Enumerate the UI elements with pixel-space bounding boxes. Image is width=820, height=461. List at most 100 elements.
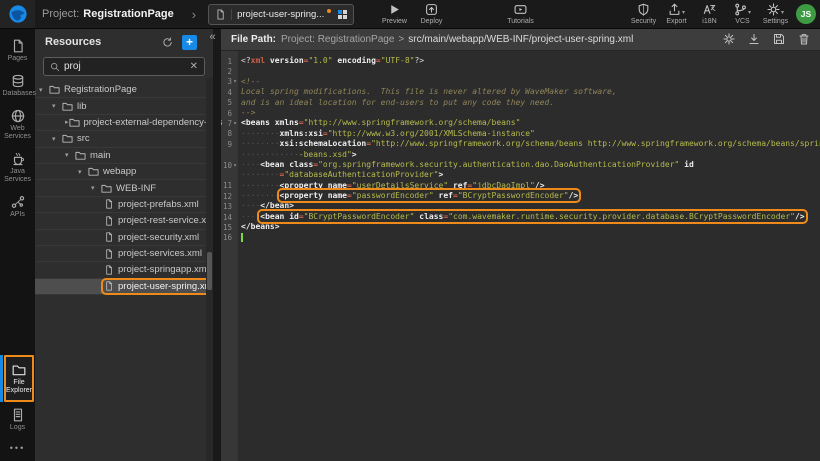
line-number: 15 [223, 223, 232, 232]
line-number: 9 [227, 140, 232, 149]
tree-item-label: project-security.xml [118, 232, 199, 243]
code-line[interactable]: ········<property name="userDetailsServi… [241, 181, 820, 191]
editor-download-icon[interactable] [748, 33, 760, 45]
logs-icon [11, 408, 25, 422]
file-icon [215, 9, 232, 20]
video-icon [514, 3, 527, 16]
tab-project-user-spring[interactable]: project-user-spring... [208, 4, 354, 25]
caret-down-icon[interactable]: ▾ [91, 184, 101, 192]
action-vcs[interactable]: ▾VCS [729, 3, 756, 25]
code-line[interactable]: </beans> [241, 222, 820, 232]
sidebar-item-file-explorer[interactable]: File Explorer [4, 355, 34, 402]
add-resource-button[interactable]: + [182, 35, 197, 50]
tree-item-lib[interactable]: ▾ lib [35, 98, 213, 114]
code-line[interactable]: ····<bean id="BCryptPasswordEncoder" cla… [241, 212, 820, 222]
header-bar: Project:RegistrationPage › project-user-… [0, 0, 820, 29]
tree-item-web-inf[interactable]: ▾WEB-INF [35, 180, 213, 196]
folder-icon [88, 166, 99, 177]
editor-save-icon[interactable] [773, 33, 785, 45]
editor-settings-icon[interactable] [723, 33, 735, 45]
grid-icon[interactable] [338, 10, 347, 19]
caret-down-icon[interactable]: ▾ [52, 102, 62, 110]
database-icon [11, 74, 25, 88]
line-number: 6 [227, 109, 232, 118]
code-line[interactable]: --> [241, 108, 820, 118]
search-input[interactable] [64, 61, 186, 72]
chevron-down-icon: ▾ [682, 10, 685, 16]
code-line[interactable]: <?xml version="1.0" encoding="UTF-8"?> [241, 56, 820, 66]
action-export[interactable]: ▾ Export [663, 3, 690, 25]
gutter-line: 14 [221, 212, 238, 222]
caret-down-icon[interactable]: ▾ [39, 86, 49, 94]
tree-item-webapp[interactable]: ▾webapp [35, 164, 213, 180]
sidebar-item-label: Logs [3, 424, 33, 432]
tree-item-project-prefabs-xml[interactable]: project-prefabs.xml [35, 197, 213, 213]
code-line[interactable]: Local spring modifications. This file is… [241, 87, 820, 97]
gutter-line: 9 [221, 139, 238, 149]
action-preview[interactable]: Preview [381, 3, 408, 25]
clear-search-icon[interactable]: ✕ [190, 62, 198, 72]
caret-down-icon[interactable]: ▾ [65, 151, 75, 159]
tree-item-project-services-xml[interactable]: project-services.xml [35, 246, 213, 262]
tree-item-main[interactable]: ▾main [35, 148, 213, 164]
code-line[interactable]: and is an ideal location for end-users t… [241, 98, 820, 108]
more-options-button[interactable]: ••• [0, 437, 35, 461]
tree-scrollbar[interactable] [206, 78, 213, 461]
code-line[interactable]: ········="databaseAuthenticationProvider… [241, 170, 820, 180]
action-security[interactable]: Security [630, 3, 657, 25]
tree-item-project-external-dependency-jars[interactable]: ▸project-external-dependency-jars [35, 115, 213, 131]
tree-item-project-security-xml[interactable]: project-security.xml [35, 230, 213, 246]
sidebar-item-pages[interactable]: Pages [0, 33, 35, 68]
tree-item-src[interactable]: ▾src [35, 131, 213, 147]
code-line[interactable]: <beans xmlns="http://www.springframework… [241, 118, 820, 128]
breadcrumb-chevron-icon: › [192, 7, 196, 22]
file-tree: ▾RegistrationPage▾lib▸project-external-d… [35, 82, 213, 295]
tree-item-project-rest-service-xml[interactable]: project-rest-service.xml [35, 213, 213, 229]
code-line[interactable] [241, 66, 820, 76]
highlight-box: <bean id="BCryptPasswordEncoder" class="… [260, 212, 804, 221]
tree-item-registrationpage[interactable]: ▾RegistrationPage [35, 82, 213, 98]
code-line[interactable]: ········xmlns:xsi="http://www.w3.org/200… [241, 129, 820, 139]
code-line[interactable] [241, 233, 820, 243]
code-line[interactable]: ········xsi:schemaLocation="http://www.s… [241, 139, 820, 149]
action-label: Export [666, 18, 686, 25]
code-editor[interactable]: 123▾4567▾8910▾111213141516 <?xml version… [221, 51, 820, 461]
sidebar-item-databases[interactable]: Databases [0, 68, 35, 103]
code-line[interactable]: ············-beans.xsd"> [241, 150, 820, 160]
sidebar-item-apis[interactable]: APIs [0, 189, 35, 224]
line-number: 16 [223, 233, 232, 242]
avatar[interactable]: JS [796, 4, 816, 24]
line-number: 10 [223, 161, 232, 170]
resource-search-box: ✕ [43, 57, 205, 76]
code-line[interactable]: ····</bean> [241, 201, 820, 211]
action-deploy[interactable]: Deploy [418, 3, 445, 25]
action-i18n[interactable]: i18N [696, 3, 723, 25]
tree-item-project-springapp-xml[interactable]: project-springapp.xml [35, 262, 213, 278]
refresh-icon[interactable] [162, 37, 173, 48]
sidebar-item-web-services[interactable]: Web Services [0, 103, 35, 146]
branch-icon: ▾ [734, 3, 751, 16]
tree-scrollbar-thumb[interactable] [207, 252, 212, 290]
caret-down-icon[interactable]: ▾ [78, 168, 88, 176]
wavemaker-logo[interactable] [0, 0, 35, 28]
shield-icon [637, 3, 650, 16]
code-content[interactable]: <?xml version="1.0" encoding="UTF-8"?> <!… [238, 51, 820, 461]
file-path-bar: File Path: Project: RegistrationPage > s… [221, 28, 820, 51]
code-line[interactable]: ····<bean class="org.springframework.sec… [241, 160, 820, 170]
action-tutorials[interactable]: Tutorials [507, 3, 534, 25]
code-line[interactable]: ········<property name="passwordEncoder"… [241, 191, 820, 201]
editor-delete-icon[interactable] [798, 33, 810, 45]
chevron-down-icon: ▾ [781, 10, 784, 16]
tree-item-label: lib [77, 101, 87, 112]
sidebar-item-java-services[interactable]: Java Services [0, 146, 35, 189]
tree-item-project-user-spring-xml[interactable]: project-user-spring.xml [35, 279, 213, 295]
collapse-panel-button[interactable]: « [205, 30, 220, 45]
sidebar-item-label: Databases [3, 90, 33, 98]
line-number: 4 [227, 88, 232, 97]
sidebar-item-logs[interactable]: Logs [0, 402, 35, 437]
code-line[interactable]: <!-- [241, 77, 820, 87]
gutter-line: 3▾ [221, 77, 238, 87]
action-settings[interactable]: ▾Settings [762, 3, 789, 25]
line-number: 1 [227, 57, 232, 66]
caret-down-icon[interactable]: ▾ [52, 135, 62, 143]
